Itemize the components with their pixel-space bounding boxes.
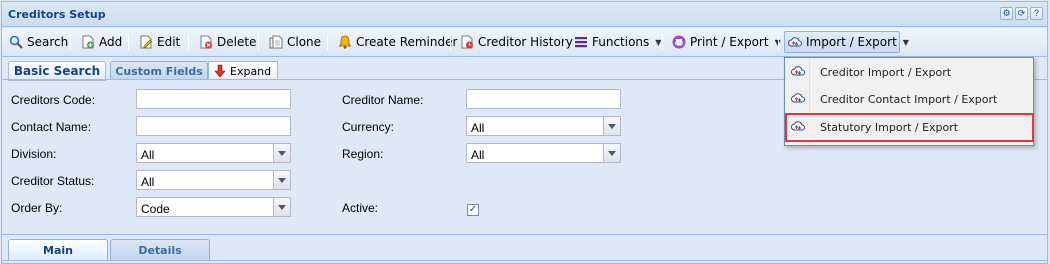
magnifier-icon bbox=[9, 35, 23, 49]
expand-button[interactable]: Expand bbox=[208, 61, 279, 80]
print-export-label: Print / Export bbox=[690, 35, 769, 49]
detail-tabs: Main Details bbox=[2, 236, 1047, 264]
search-label: Search bbox=[27, 35, 69, 49]
add-document-icon bbox=[81, 35, 95, 49]
add-label: Add bbox=[99, 35, 123, 49]
help-icon[interactable]: ? bbox=[1030, 7, 1043, 20]
active-checkbox[interactable]: ✓ bbox=[467, 204, 479, 216]
cloud-sync-icon bbox=[791, 64, 805, 78]
import-export-label: Import / Export bbox=[806, 35, 897, 49]
creditors-code-label: Creditors Code: bbox=[11, 93, 96, 107]
print-export-menu-button[interactable]: Print / Export ▼ bbox=[669, 31, 784, 53]
order-by-select[interactable]: Code bbox=[136, 197, 291, 217]
clone-label: Clone bbox=[287, 35, 322, 49]
tab-basic-search[interactable]: Basic Search bbox=[8, 61, 106, 81]
currency-value: All bbox=[471, 121, 485, 135]
chevron-down-icon: ▼ bbox=[655, 37, 662, 47]
contact-name-input[interactable] bbox=[136, 116, 291, 136]
cloud-sync-icon bbox=[791, 119, 805, 133]
functions-menu-button[interactable]: Functions ▼ bbox=[571, 31, 664, 53]
currency-label: Currency: bbox=[342, 120, 395, 134]
import-export-menu-button[interactable]: Import / Export ▼ bbox=[784, 31, 909, 53]
creditor-status-label: Creditor Status: bbox=[11, 174, 95, 188]
creditors-code-input[interactable] bbox=[136, 89, 291, 109]
creditor-history-label: Creditor History bbox=[478, 35, 573, 49]
chevron-down-icon[interactable] bbox=[273, 198, 290, 216]
menu-item-label: Statutory Import / Export bbox=[820, 121, 959, 134]
creditor-status-select[interactable]: All bbox=[136, 170, 291, 190]
gear-icon[interactable]: ⚙ bbox=[1000, 7, 1013, 20]
panel-titlebar: Creditors Setup ⚙ ⟳ ? bbox=[2, 2, 1047, 27]
chevron-down-icon: ▼ bbox=[902, 37, 909, 47]
creditors-setup-panel: Creditors Setup ⚙ ⟳ ? Search Add Edit De… bbox=[1, 1, 1048, 264]
edit-button[interactable]: Edit bbox=[136, 31, 183, 53]
chevron-down-icon[interactable] bbox=[273, 171, 290, 189]
import-export-menu: Creditor Import / Export Creditor Contac… bbox=[784, 57, 1034, 146]
arrow-down-icon bbox=[213, 64, 227, 78]
menu-item-creditor-contact-import-export[interactable]: Creditor Contact Import / Export bbox=[787, 87, 1031, 111]
tab-main[interactable]: Main bbox=[8, 239, 108, 260]
region-value: All bbox=[471, 148, 485, 162]
region-label: Region: bbox=[342, 147, 384, 161]
functions-label: Functions bbox=[592, 35, 650, 49]
edit-label: Edit bbox=[157, 35, 181, 49]
toolbar: Search Add Edit Delete Clone Create Remi… bbox=[2, 28, 1047, 57]
clone-document-icon bbox=[269, 35, 283, 49]
list-icon bbox=[574, 35, 588, 49]
cloud-sync-icon bbox=[791, 91, 805, 105]
bell-icon bbox=[338, 35, 352, 49]
create-reminder-button[interactable]: Create Reminder bbox=[335, 31, 460, 53]
currency-select[interactable]: All bbox=[466, 116, 621, 136]
chevron-down-icon[interactable] bbox=[603, 144, 620, 162]
order-by-value: Code bbox=[141, 202, 170, 216]
division-select[interactable]: All bbox=[136, 143, 291, 163]
refresh-icon[interactable]: ⟳ bbox=[1015, 7, 1028, 20]
cloud-sync-icon bbox=[788, 35, 802, 49]
expand-label: Expand bbox=[230, 64, 272, 78]
order-by-label: Order By: bbox=[11, 201, 63, 215]
division-label: Division: bbox=[11, 147, 57, 161]
region-select[interactable]: All bbox=[466, 143, 621, 163]
menu-item-creditor-import-export[interactable]: Creditor Import / Export bbox=[787, 60, 1031, 84]
menu-item-statutory-import-export[interactable]: Statutory Import / Export bbox=[785, 113, 1034, 142]
printer-icon bbox=[672, 35, 686, 49]
tab-custom-fields[interactable]: Custom Fields bbox=[110, 61, 208, 80]
search-button[interactable]: Search bbox=[6, 31, 71, 53]
delete-document-icon bbox=[199, 35, 213, 49]
creditor-name-label: Creditor Name: bbox=[342, 93, 424, 107]
panel-title: Creditors Setup bbox=[8, 8, 106, 21]
creditor-name-input[interactable] bbox=[466, 89, 621, 109]
active-label: Active: bbox=[342, 201, 379, 215]
tab-details[interactable]: Details bbox=[110, 239, 210, 260]
edit-document-icon bbox=[139, 35, 153, 49]
create-reminder-label: Create Reminder bbox=[356, 35, 458, 49]
history-document-icon bbox=[460, 35, 474, 49]
creditor-status-value: All bbox=[141, 175, 155, 189]
panel-tools: ⚙ ⟳ ? bbox=[1000, 7, 1043, 20]
division-value: All bbox=[141, 148, 155, 162]
menu-item-label: Creditor Import / Export bbox=[820, 66, 952, 79]
menu-item-label: Creditor Contact Import / Export bbox=[820, 93, 998, 106]
contact-name-label: Contact Name: bbox=[11, 120, 92, 134]
delete-label: Delete bbox=[217, 35, 257, 49]
delete-button[interactable]: Delete bbox=[196, 31, 259, 53]
add-button[interactable]: Add bbox=[78, 31, 125, 53]
clone-button[interactable]: Clone bbox=[266, 31, 324, 53]
chevron-down-icon[interactable] bbox=[603, 117, 620, 135]
creditor-history-button[interactable]: Creditor History bbox=[457, 31, 576, 53]
chevron-down-icon[interactable] bbox=[273, 144, 290, 162]
